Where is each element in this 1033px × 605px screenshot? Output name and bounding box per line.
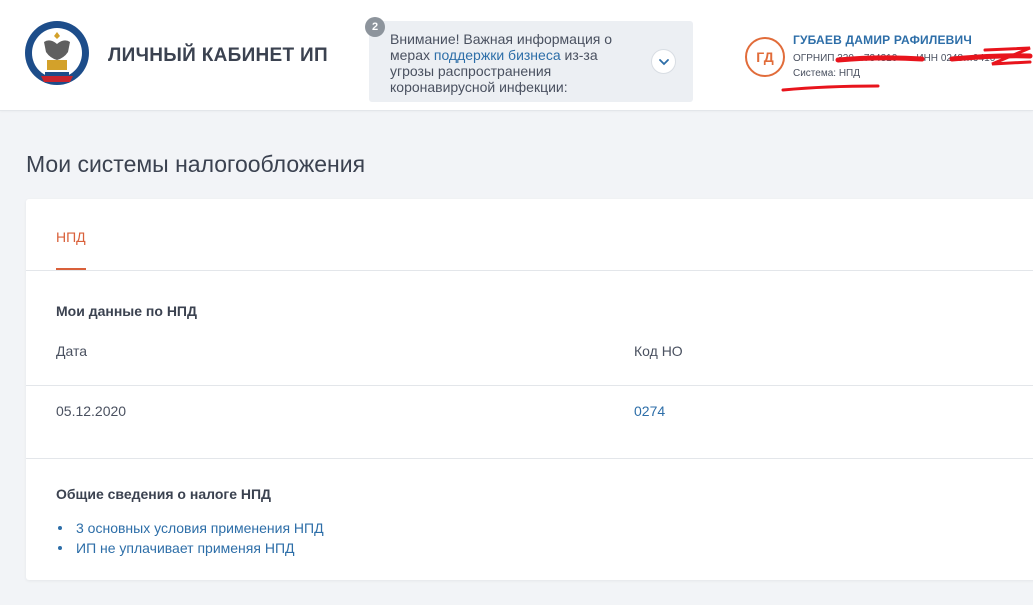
cell-code-link[interactable]: 0274 [634, 403, 665, 419]
user-ids: ОГРНИП 320…734310 • ИНН 0248…9410 [793, 53, 995, 64]
notice-expand-button[interactable] [651, 49, 676, 74]
user-name[interactable]: ГУБАЕВ ДАМИР РАФИЛЕВИЧ [793, 33, 972, 47]
notice-count-badge: 2 [365, 17, 385, 37]
avatar[interactable]: ГД [745, 37, 785, 77]
notice-banner: Внимание! Важная информация о мерах подд… [369, 21, 693, 102]
column-header-date: Дата [56, 343, 88, 359]
column-header-code: Код НО [634, 343, 683, 359]
table-header-divider [26, 385, 1033, 386]
link-conditions[interactable]: 3 основных условия применения НПД [56, 518, 324, 538]
inn-label: ИНН [916, 53, 939, 64]
ogrnip-label: ОГРНИП [793, 53, 835, 64]
tab-npd[interactable]: НПД [56, 229, 86, 245]
table-bottom-divider [26, 458, 1033, 459]
header: ЛИЧНЫЙ КАБИНЕТ ИП Внимание! Важная инфор… [0, 0, 1033, 111]
ogrnip-value: 320…734310 [837, 53, 898, 64]
data-section-title: Мои данные по НПД [56, 303, 197, 319]
separator-dot: • [905, 53, 909, 64]
info-links-list: 3 основных условия применения НПД ИП не … [56, 518, 324, 558]
tab-divider [26, 270, 1033, 271]
notice-support-link[interactable]: поддержки бизнеса [434, 47, 561, 63]
inn-value: 0248…9410 [940, 53, 996, 64]
fns-emblem-icon[interactable] [23, 18, 91, 90]
tax-systems-card: НПД Мои данные по НПД Дата Код НО 05.12.… [26, 199, 1033, 580]
cell-date: 05.12.2020 [56, 403, 127, 419]
general-section-title: Общие сведения о налоге НПД [56, 486, 272, 502]
page-title: Мои системы налогообложения [26, 151, 366, 177]
chevron-down-icon [658, 58, 669, 65]
user-tax-system: Система: НПД [793, 68, 861, 79]
link-not-pay[interactable]: ИП не уплачивает применяя НПД [56, 538, 324, 558]
brand-title: ЛИЧНЫЙ КАБИНЕТ ИП [108, 45, 328, 66]
